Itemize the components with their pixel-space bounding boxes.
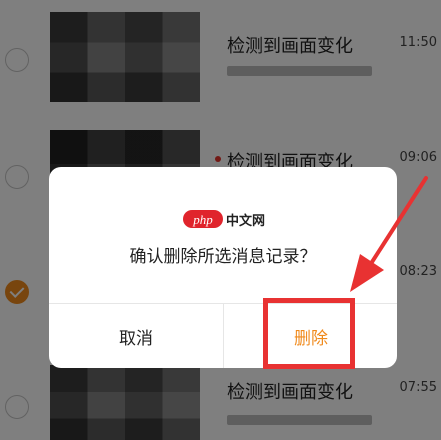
cancel-button[interactable]: 取消 [49,304,223,368]
php-logo-icon: php [183,210,223,228]
screen: 检测到画面变化 11:50 检测到画面变化 09:06 08:23 检测到画面变… [0,0,441,440]
brand-text: 中文网 [226,213,266,229]
dialog-message: 确认删除所选消息记录？ [129,247,317,267]
brand-watermark: php 中文网 [183,209,265,229]
annotation-highlight-box [263,298,355,369]
